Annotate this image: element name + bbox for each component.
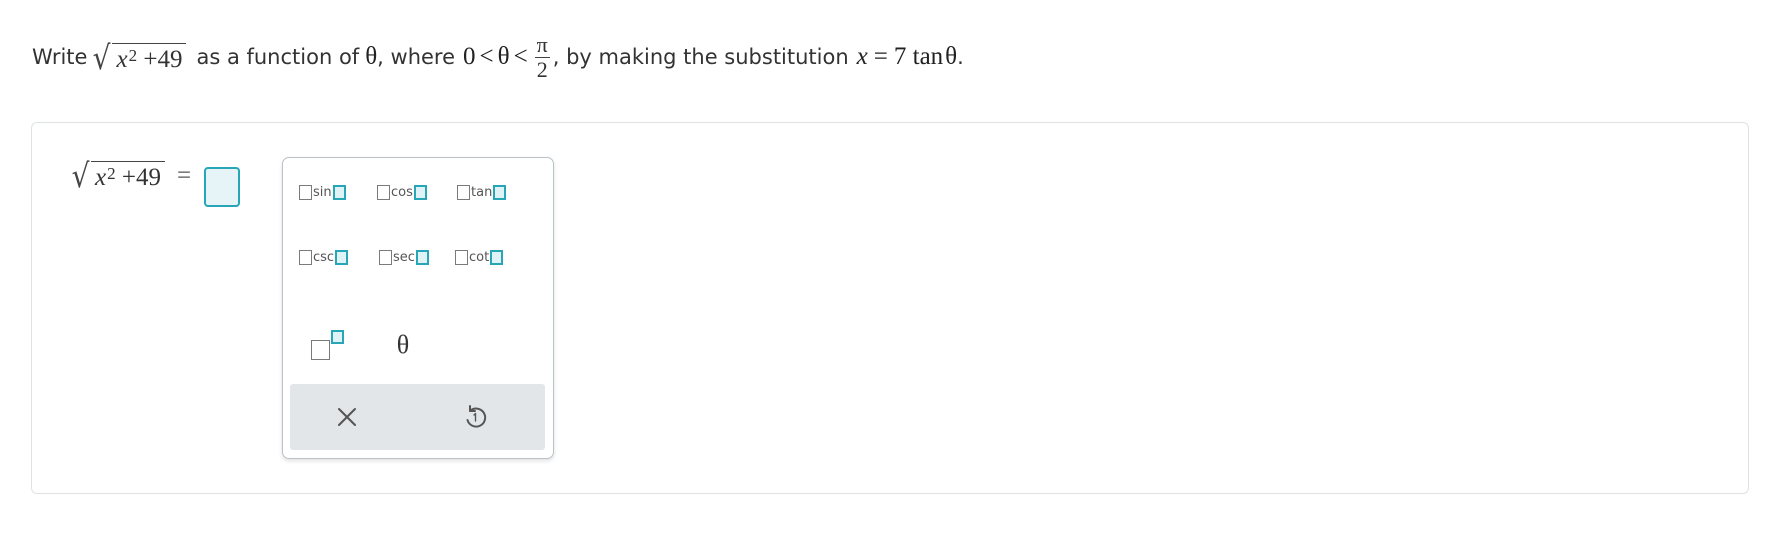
- prompt-sub-equals: =: [873, 43, 888, 70]
- sqrt-symbol: √: [93, 37, 111, 77]
- input-placeholder-icon: [332, 185, 346, 200]
- input-placeholder-icon: [413, 185, 427, 200]
- undo-button[interactable]: [459, 401, 491, 433]
- prompt-pi-over-2: π 2: [534, 31, 550, 82]
- sec-button[interactable]: sec: [379, 250, 429, 265]
- prompt-sub-theta: θ: [945, 43, 958, 70]
- theta-button[interactable]: θ: [391, 330, 415, 360]
- input-placeholder-icon: [493, 185, 507, 200]
- prompt-radical: √ x2 +49: [91, 37, 187, 77]
- answer-lhs: √ x2 +49 =: [66, 159, 192, 192]
- prompt-text-by-making: , by making the substitution: [552, 45, 849, 69]
- argument-placeholder-icon: [457, 185, 470, 200]
- answer-radical: √ x2 +49: [70, 159, 165, 192]
- input-placeholder-icon: [415, 250, 429, 265]
- prompt-sub-var-x: x: [856, 43, 868, 70]
- csc-label: csc: [313, 250, 335, 265]
- cos-label: cos: [391, 185, 413, 200]
- csc-button[interactable]: csc: [299, 250, 349, 265]
- argument-placeholder-icon: [299, 250, 312, 265]
- argument-placeholder-icon: [455, 250, 468, 265]
- cot-button[interactable]: cot: [455, 250, 504, 265]
- clear-button[interactable]: [331, 401, 363, 433]
- prompt-period: .: [957, 45, 964, 69]
- sqrt-symbol: √: [71, 156, 90, 195]
- answer-plus-49: +49: [121, 164, 161, 191]
- answer-area: √ x2 +49 = sin cos tan csc sec cot θ: [31, 122, 1749, 494]
- cos-button[interactable]: cos: [377, 185, 427, 200]
- prompt-exponent: 2: [128, 45, 138, 65]
- answer-equals: =: [177, 161, 192, 189]
- argument-placeholder-icon: [377, 185, 390, 200]
- prompt-var-x: x: [116, 45, 128, 73]
- prompt-text-as-function: as a function of: [196, 45, 360, 69]
- prompt-text-where: , where: [377, 45, 456, 69]
- argument-placeholder-icon: [379, 250, 392, 265]
- cot-label: cot: [469, 250, 490, 265]
- prompt-zero: 0: [463, 43, 476, 70]
- frac-denominator: 2: [534, 56, 550, 82]
- tan-label: tan: [471, 185, 493, 200]
- prompt-text-write: Write: [32, 45, 88, 69]
- prompt-theta-2: θ: [497, 43, 510, 70]
- question-prompt: Write √ x2 +49 as a function of θ , wher…: [32, 22, 964, 92]
- palette-action-bar: [290, 384, 545, 450]
- prompt-theta-1: θ: [365, 43, 378, 70]
- argument-placeholder-icon: [299, 185, 312, 200]
- input-placeholder-icon: [490, 250, 504, 265]
- answer-var-x: x: [95, 164, 107, 191]
- math-palette: sin cos tan csc sec cot θ: [282, 157, 554, 459]
- close-icon: [338, 408, 356, 426]
- prompt-plus-49: +49: [143, 45, 183, 73]
- power-template-button[interactable]: [311, 328, 351, 364]
- prompt-lt-1: <: [479, 43, 494, 70]
- frac-numerator: π: [536, 31, 548, 57]
- power-base-placeholder-icon: [311, 340, 330, 360]
- prompt-lt-2: <: [513, 43, 528, 70]
- prompt-sub-rhs: 7 tan: [893, 43, 944, 70]
- sin-button[interactable]: sin: [299, 185, 346, 200]
- input-placeholder-icon: [335, 250, 349, 265]
- sin-label: sin: [313, 185, 332, 200]
- answer-input[interactable]: [204, 167, 240, 207]
- answer-radicand: x2 +49: [91, 161, 165, 192]
- tan-button[interactable]: tan: [457, 185, 507, 200]
- sec-label: sec: [393, 250, 415, 265]
- answer-exponent: 2: [107, 164, 116, 183]
- power-exponent-placeholder-icon: [331, 330, 344, 344]
- prompt-radicand: x2 +49: [112, 42, 187, 74]
- undo-icon: [466, 405, 487, 428]
